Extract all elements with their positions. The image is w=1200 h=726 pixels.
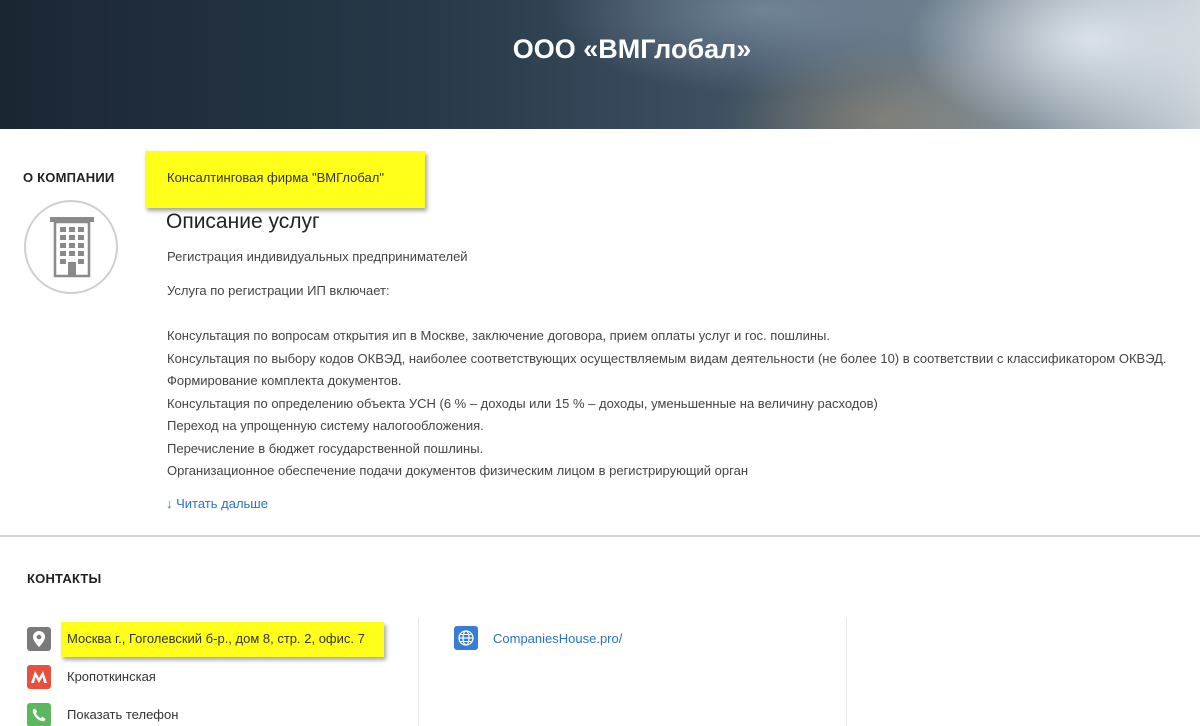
section-divider: [0, 535, 1200, 537]
address-text: Москва г., Гоголевский б-р., дом 8, стр.…: [61, 622, 384, 657]
description-line: Консультация по определению объекта УСН …: [167, 396, 878, 411]
metro-station-text: Кропоткинская: [67, 669, 156, 684]
metro-icon: [27, 665, 51, 689]
description-line: Перечисление в бюджет государственной по…: [167, 441, 484, 456]
phone-icon: [27, 703, 51, 726]
description-line: Услуга по регистрации ИП включает:: [167, 283, 390, 298]
description-line: Формирование комплекта документов.: [167, 373, 402, 388]
read-more-link[interactable]: ↓ Читать дальше: [166, 496, 268, 511]
show-phone-link[interactable]: Показать телефон: [67, 707, 178, 722]
company-header-banner: ООО «ВМГлобал»: [0, 0, 1200, 129]
about-section-label: О КОМПАНИИ: [23, 170, 115, 185]
description-line: Консультация по выбору кодов ОКВЭД, наиб…: [167, 351, 1167, 366]
contacts-section-label: КОНТАКТЫ: [27, 571, 102, 586]
company-avatar: [24, 200, 118, 294]
website-link[interactable]: CompaniesHouse.pro/: [493, 631, 622, 646]
description-line: Регистрация индивидуальных предпринимате…: [167, 249, 468, 264]
company-name: Консалтинговая фирма "ВМГлобал": [145, 151, 425, 208]
globe-icon: [454, 626, 478, 650]
column-divider: [846, 618, 847, 726]
description-line: Переход на упрощенную систему налогообло…: [167, 418, 484, 433]
location-pin-icon: [27, 627, 51, 651]
company-title: ООО «ВМГлобал»: [512, 34, 752, 64]
description-line: Организационное обеспечение подачи докум…: [167, 463, 749, 478]
column-divider: [418, 618, 419, 726]
building-icon: [50, 217, 94, 278]
services-heading: Описание услуг: [166, 210, 320, 233]
description-line: Консультация по вопросам открытия ип в М…: [167, 328, 830, 343]
